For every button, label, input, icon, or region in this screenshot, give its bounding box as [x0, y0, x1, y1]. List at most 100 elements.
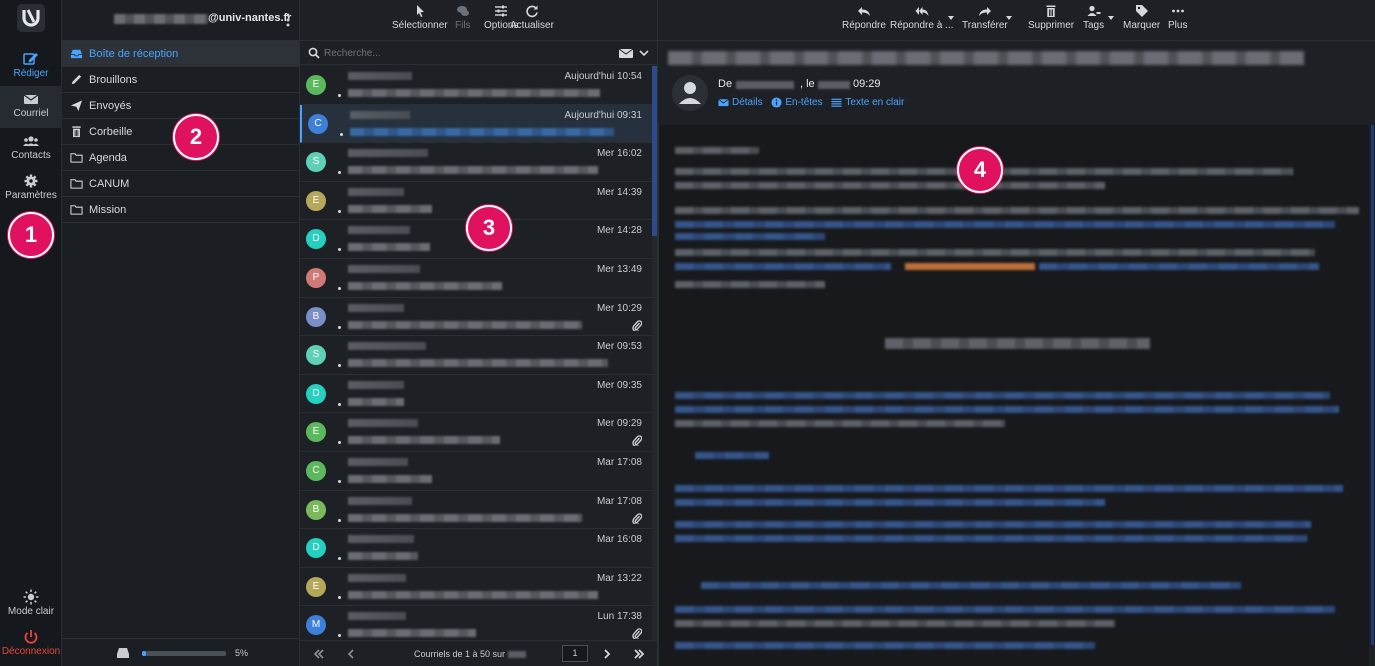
- tags-button[interactable]: Tags: [1083, 4, 1104, 31]
- body-text-redacted: [675, 147, 759, 154]
- message-row[interactable]: E Aujourd'hui 10:54: [300, 66, 652, 105]
- message-row[interactable]: P Mer 13:49: [300, 259, 652, 298]
- select-label: Sélectionner: [392, 20, 448, 31]
- subject-redacted: [348, 243, 430, 252]
- message-row[interactable]: S Mer 16:02: [300, 143, 652, 182]
- reply-all-button[interactable]: Répondre à ...: [890, 4, 953, 31]
- compose-button[interactable]: Rédiger: [0, 46, 62, 88]
- subject-redacted: [348, 474, 432, 483]
- user-tag-icon: [1087, 5, 1101, 16]
- message-row[interactable]: D Mar 16:08: [300, 529, 652, 568]
- callout-badge-2: 2: [173, 114, 219, 160]
- tag-icon: [1135, 5, 1148, 17]
- list-scrollbar[interactable]: [652, 66, 657, 640]
- message-row[interactable]: S Mer 09:53: [300, 336, 652, 375]
- contacts-button[interactable]: Contacts: [0, 128, 62, 170]
- body-link-redacted[interactable]: [905, 263, 1035, 270]
- reader-scrollbar[interactable]: [1369, 125, 1375, 666]
- refresh-icon: [526, 5, 538, 18]
- previous-page-icon[interactable]: [344, 647, 358, 661]
- message-row[interactable]: E Mar 13:22: [300, 568, 652, 607]
- body-text-redacted: [675, 281, 825, 288]
- account-header[interactable]: @univ-nantes.fr: [62, 0, 299, 41]
- threads-button[interactable]: Fils: [455, 4, 471, 31]
- settings-button[interactable]: Paramètres: [0, 168, 62, 210]
- plaintext-link[interactable]: Texte en clair: [831, 97, 904, 108]
- folder-label: Envoyés: [89, 99, 132, 112]
- headers-label: En-têtes: [785, 97, 823, 108]
- cursor-icon: [416, 5, 424, 17]
- body-text-redacted: [675, 420, 1005, 427]
- mark-button[interactable]: Marquer: [1123, 4, 1160, 31]
- plaintext-label: Texte en clair: [845, 97, 905, 108]
- hard-drive-icon: [117, 648, 129, 658]
- message-row[interactable]: C Mar 17:08: [300, 452, 652, 491]
- caret-down-icon[interactable]: [948, 16, 954, 20]
- search-options-icon[interactable]: [615, 47, 651, 59]
- reply-button[interactable]: Répondre: [842, 4, 886, 31]
- first-page-icon[interactable]: [312, 647, 326, 661]
- folder-mission[interactable]: Mission: [62, 197, 299, 223]
- details-link[interactable]: Détails: [718, 97, 763, 108]
- headers-link[interactable]: En-têtes: [771, 97, 823, 108]
- folder-label: CANUM: [89, 177, 130, 190]
- delete-button[interactable]: Supprimer: [1028, 4, 1074, 31]
- reply-label: Répondre: [842, 20, 886, 31]
- body-text-redacted: [675, 485, 1343, 492]
- logout-button[interactable]: Déconnexion: [0, 624, 62, 666]
- kebab-menu-icon[interactable]: [283, 12, 293, 28]
- unread-dot: [338, 634, 341, 638]
- message-row[interactable]: D Mer 09:35: [300, 375, 652, 414]
- info-icon: [771, 97, 782, 108]
- search-input[interactable]: [324, 44, 594, 62]
- refresh-button[interactable]: Actualiser: [510, 4, 554, 31]
- pencil-icon: [71, 74, 82, 85]
- next-page-icon[interactable]: [600, 647, 614, 661]
- folder-label: Agenda: [89, 151, 127, 164]
- unread-dot: [340, 132, 343, 136]
- sender-name-redacted[interactable]: [736, 81, 794, 89]
- callout-badge-4: 4: [957, 147, 1003, 193]
- light-mode-button[interactable]: Mode clair: [0, 584, 62, 626]
- subject-redacted: [348, 629, 476, 638]
- message-row[interactable]: B Mar 17:08: [300, 491, 652, 530]
- body-text-redacted: [675, 535, 1307, 542]
- caret-down-icon[interactable]: [1006, 16, 1012, 20]
- body-text-redacted: [675, 207, 1359, 214]
- envelope-icon: [23, 94, 39, 104]
- list-scroll-thumb[interactable]: [652, 66, 657, 236]
- subject-redacted: [348, 397, 404, 406]
- forward-button[interactable]: Transférer: [962, 4, 1008, 31]
- sender-redacted: [348, 496, 412, 505]
- paperclip-icon: [632, 628, 642, 640]
- folder-label: Mission: [89, 203, 127, 216]
- sender-redacted: [348, 535, 414, 544]
- folder-canum[interactable]: CANUM: [62, 171, 299, 197]
- subject-redacted: [348, 359, 608, 368]
- folder-sent[interactable]: Envoyés: [62, 93, 299, 119]
- folder-inbox[interactable]: Boîte de réception: [62, 41, 299, 67]
- folder-drafts[interactable]: Brouillons: [62, 67, 299, 93]
- more-button[interactable]: Plus: [1168, 4, 1187, 31]
- message-date: Mer 14:28: [596, 225, 642, 237]
- message-row[interactable]: E Mer 09:29: [300, 413, 652, 452]
- body-text-redacted: [675, 263, 891, 270]
- caret-down-icon[interactable]: [1108, 16, 1114, 20]
- last-page-icon[interactable]: [632, 647, 646, 661]
- left-rail: Rédiger Courriel Contacts Paramètres Mod…: [0, 0, 62, 666]
- message-row[interactable]: C Aujourd'hui 09:31: [300, 104, 652, 144]
- reader-scroll-thumb[interactable]: [1371, 125, 1374, 645]
- sender-avatar: P: [306, 267, 326, 288]
- sender-redacted: [348, 72, 412, 80]
- page-number-input[interactable]: 1: [562, 645, 588, 662]
- select-button[interactable]: Sélectionner: [392, 4, 448, 31]
- message-row[interactable]: B Mer 10:29: [300, 298, 652, 337]
- body-text-redacted: [675, 221, 1335, 228]
- trash-icon: [72, 126, 81, 138]
- mail-button[interactable]: Courriel: [0, 86, 62, 128]
- message-row[interactable]: M Lun 17:38: [300, 606, 652, 640]
- from-prefix: De: [718, 78, 733, 90]
- sender-avatar: D: [306, 538, 326, 559]
- unread-dot: [338, 248, 341, 252]
- light-mode-label: Mode clair: [7, 606, 55, 617]
